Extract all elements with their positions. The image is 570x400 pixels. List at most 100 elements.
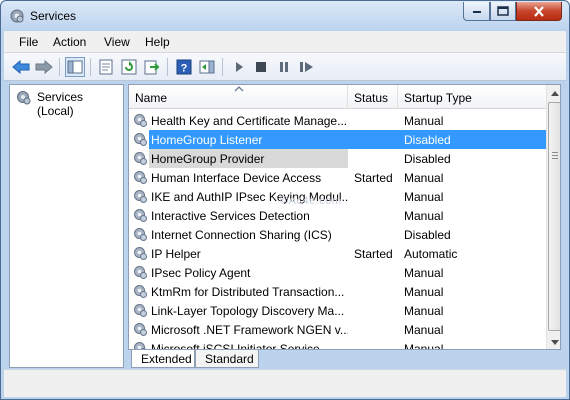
service-gear-icon bbox=[133, 208, 148, 226]
service-startup-type: Disabled bbox=[404, 133, 451, 147]
toolbar-separator bbox=[90, 58, 91, 76]
service-startup-type: Disabled bbox=[404, 228, 451, 242]
service-startup-type: Manual bbox=[404, 209, 444, 223]
service-gear-icon bbox=[133, 322, 148, 340]
service-gear-icon bbox=[133, 227, 148, 245]
menu-file[interactable]: File bbox=[19, 35, 38, 49]
scroll-up-icon[interactable] bbox=[547, 85, 560, 102]
table-row[interactable]: Interactive Services Detection Manual bbox=[129, 206, 546, 225]
service-name: HomeGroup Provider bbox=[151, 152, 265, 166]
services-gear-icon bbox=[9, 8, 25, 24]
status-bar bbox=[4, 369, 566, 397]
service-name: KtmRm for Distributed Transaction... bbox=[151, 285, 345, 299]
service-name: Human Interface Device Access bbox=[151, 171, 322, 185]
table-row[interactable]: Health Key and Certificate Manage... Manu… bbox=[129, 111, 546, 130]
grip-line bbox=[552, 158, 558, 159]
table-row[interactable]: KtmRm for Distributed Transaction... Manu… bbox=[129, 282, 546, 301]
table-row[interactable]: IP Helper Started Automatic bbox=[129, 244, 546, 263]
show-hide-console-tree-icon[interactable] bbox=[65, 57, 85, 77]
pause-service-icon[interactable] bbox=[274, 57, 294, 77]
table-row[interactable]: Microsoft .NET Framework NGEN v... Manual bbox=[129, 320, 546, 339]
services-list: Name Status Startup Type Health Key and … bbox=[128, 84, 561, 350]
tab-extended[interactable]: Extended bbox=[131, 350, 195, 368]
column-header-status[interactable]: Status bbox=[348, 85, 398, 109]
column-header-name[interactable]: Name bbox=[129, 85, 348, 109]
tree-item-services-local[interactable]: Services (Local) bbox=[13, 88, 121, 118]
scrollbar-thumb[interactable] bbox=[548, 102, 560, 331]
service-gear-icon bbox=[133, 189, 148, 207]
refresh-icon[interactable] bbox=[119, 57, 139, 77]
menu-view[interactable]: View bbox=[104, 35, 130, 49]
service-status: Started bbox=[354, 247, 393, 261]
service-name: Microsoft .NET Framework NGEN v... bbox=[151, 323, 348, 337]
export-list-icon[interactable] bbox=[142, 57, 162, 77]
back-arrow-icon[interactable] bbox=[11, 57, 31, 77]
toolbar-separator bbox=[59, 58, 60, 76]
tree-item-label: Services (Local) bbox=[37, 90, 84, 118]
grip-line bbox=[552, 152, 558, 153]
tab-label: Standard bbox=[205, 352, 254, 366]
content-area: Services (Local) Name Status Startup Typ… bbox=[4, 81, 566, 369]
list-header: Name Status Startup Type bbox=[129, 85, 546, 109]
service-startup-type: Manual bbox=[404, 171, 444, 185]
service-name: IPsec Policy Agent bbox=[151, 266, 251, 280]
service-startup-type: Manual bbox=[404, 323, 444, 337]
service-gear-icon bbox=[133, 303, 148, 321]
service-gear-icon bbox=[133, 265, 148, 283]
service-startup-type: Manual bbox=[404, 285, 444, 299]
service-gear-icon bbox=[133, 341, 148, 349]
svg-text:?: ? bbox=[181, 63, 188, 75]
table-row[interactable]: Internet Connection Sharing (ICS) Disable… bbox=[129, 225, 546, 244]
table-row[interactable]: HomeGroup Provider Disabled bbox=[129, 149, 546, 168]
column-header-label: Name bbox=[135, 91, 168, 105]
forward-arrow-icon[interactable] bbox=[34, 57, 54, 77]
scroll-down-icon[interactable] bbox=[547, 334, 560, 349]
service-startup-type: Manual bbox=[404, 304, 444, 318]
service-name: HomeGroup Listener bbox=[151, 133, 263, 147]
menu-action[interactable]: Action bbox=[53, 35, 86, 49]
menu-bar: File Action View Help bbox=[4, 31, 566, 53]
column-header-label: Status bbox=[354, 91, 389, 105]
window-title: Services bbox=[30, 9, 77, 23]
table-row[interactable]: Microsoft iSCSI Initiator Service Manual bbox=[129, 339, 546, 350]
properties-icon[interactable] bbox=[96, 57, 116, 77]
restart-service-icon[interactable] bbox=[297, 57, 317, 77]
help-icon[interactable]: ? bbox=[174, 57, 194, 77]
service-gear-icon bbox=[133, 113, 148, 131]
table-row[interactable]: Link-Layer Topology Discovery Ma... Manua… bbox=[129, 301, 546, 320]
tab-standard[interactable]: Standard bbox=[195, 350, 259, 368]
column-header-startup-type[interactable]: Startup Type bbox=[398, 85, 546, 109]
table-row[interactable]: HomeGroup Listener Disabled bbox=[129, 130, 546, 149]
service-name: IP Helper bbox=[151, 247, 201, 261]
service-gear-icon bbox=[133, 284, 148, 302]
service-gear-icon bbox=[133, 170, 148, 188]
maximize-button[interactable] bbox=[490, 2, 516, 21]
service-startup-type: Manual bbox=[404, 342, 444, 350]
service-status: Started bbox=[354, 171, 393, 185]
service-gear-icon bbox=[133, 132, 148, 150]
menu-help[interactable]: Help bbox=[145, 35, 170, 49]
view-tabs: Extended Standard bbox=[128, 350, 561, 369]
action-pane-icon[interactable] bbox=[197, 57, 217, 77]
service-gear-icon bbox=[133, 246, 148, 264]
vertical-scrollbar[interactable] bbox=[546, 85, 560, 349]
stop-service-icon[interactable] bbox=[251, 57, 271, 77]
watermark: ©Ac4e.com bbox=[280, 195, 342, 207]
start-service-icon[interactable] bbox=[229, 57, 249, 77]
table-row[interactable]: Human Interface Device Access Started Manu… bbox=[129, 168, 546, 187]
close-button[interactable] bbox=[516, 2, 562, 21]
toolbar-separator bbox=[222, 58, 223, 76]
service-name: Link-Layer Topology Discovery Ma... bbox=[151, 304, 345, 318]
service-name: Microsoft iSCSI Initiator Service bbox=[151, 342, 320, 350]
console-tree: Services (Local) bbox=[9, 84, 124, 368]
services-gear-icon bbox=[16, 90, 32, 109]
service-gear-icon bbox=[133, 151, 148, 169]
minimize-button[interactable] bbox=[463, 2, 490, 21]
tab-label: Extended bbox=[141, 352, 192, 366]
service-startup-type: Manual bbox=[404, 114, 444, 128]
table-row[interactable]: IPsec Policy Agent Manual bbox=[129, 263, 546, 282]
toolbar-separator bbox=[167, 58, 168, 76]
service-name: Internet Connection Sharing (ICS) bbox=[151, 228, 332, 242]
service-name: Interactive Services Detection bbox=[151, 209, 310, 223]
title-bar[interactable]: Services bbox=[1, 1, 569, 31]
